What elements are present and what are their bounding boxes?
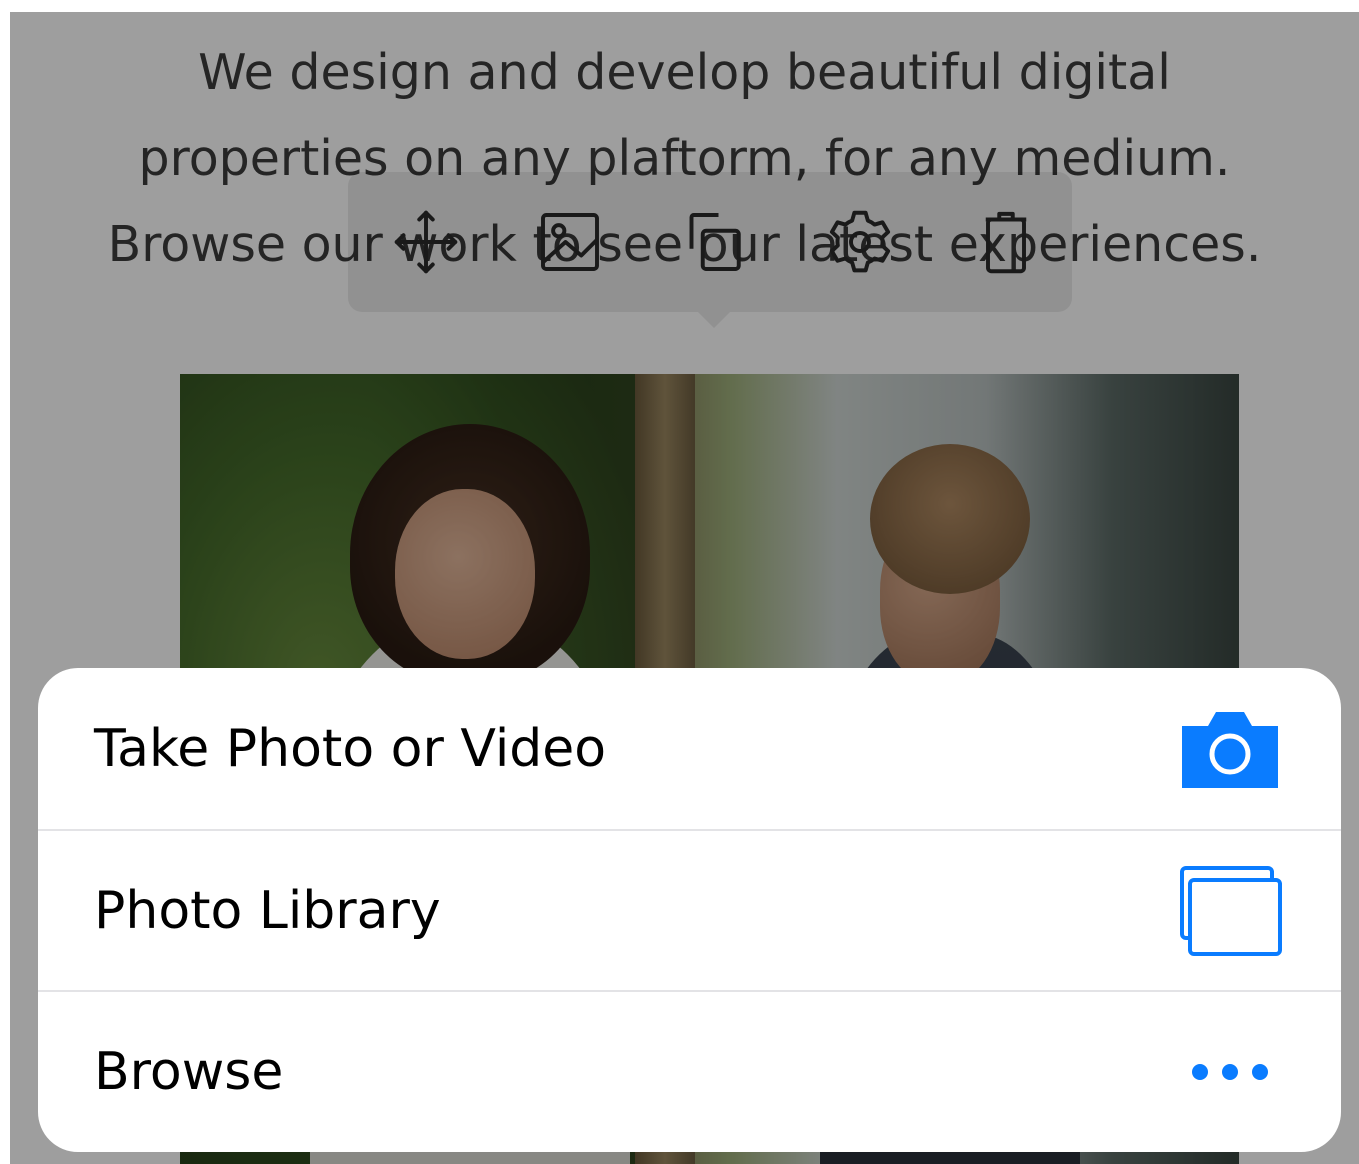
app-screen: We design and develop beautiful digital … xyxy=(10,12,1359,1164)
photo-library-label: Photo Library xyxy=(94,880,441,941)
settings-button[interactable] xyxy=(814,196,906,288)
photo-library-option[interactable]: Photo Library xyxy=(38,829,1341,990)
image-icon xyxy=(541,213,599,271)
take-photo-option[interactable]: Take Photo or Video xyxy=(38,668,1341,829)
camera-icon xyxy=(1175,699,1285,799)
duplicate-button[interactable] xyxy=(668,196,760,288)
browse-label: Browse xyxy=(94,1041,284,1102)
more-icon xyxy=(1175,1022,1285,1122)
photo-library-icon xyxy=(1175,861,1285,961)
gear-icon xyxy=(829,210,891,273)
block-toolbar xyxy=(348,172,1072,328)
duplicate-icon xyxy=(689,213,741,271)
replace-image-button[interactable] xyxy=(524,196,616,288)
trash-icon xyxy=(985,211,1027,274)
browse-option[interactable]: Browse xyxy=(38,990,1341,1151)
image-source-action-sheet: Take Photo or Video Photo Library Browse xyxy=(38,668,1341,1152)
move-button[interactable] xyxy=(380,196,472,288)
move-icon xyxy=(394,210,458,274)
delete-button[interactable] xyxy=(960,196,1052,288)
take-photo-label: Take Photo or Video xyxy=(94,718,607,779)
